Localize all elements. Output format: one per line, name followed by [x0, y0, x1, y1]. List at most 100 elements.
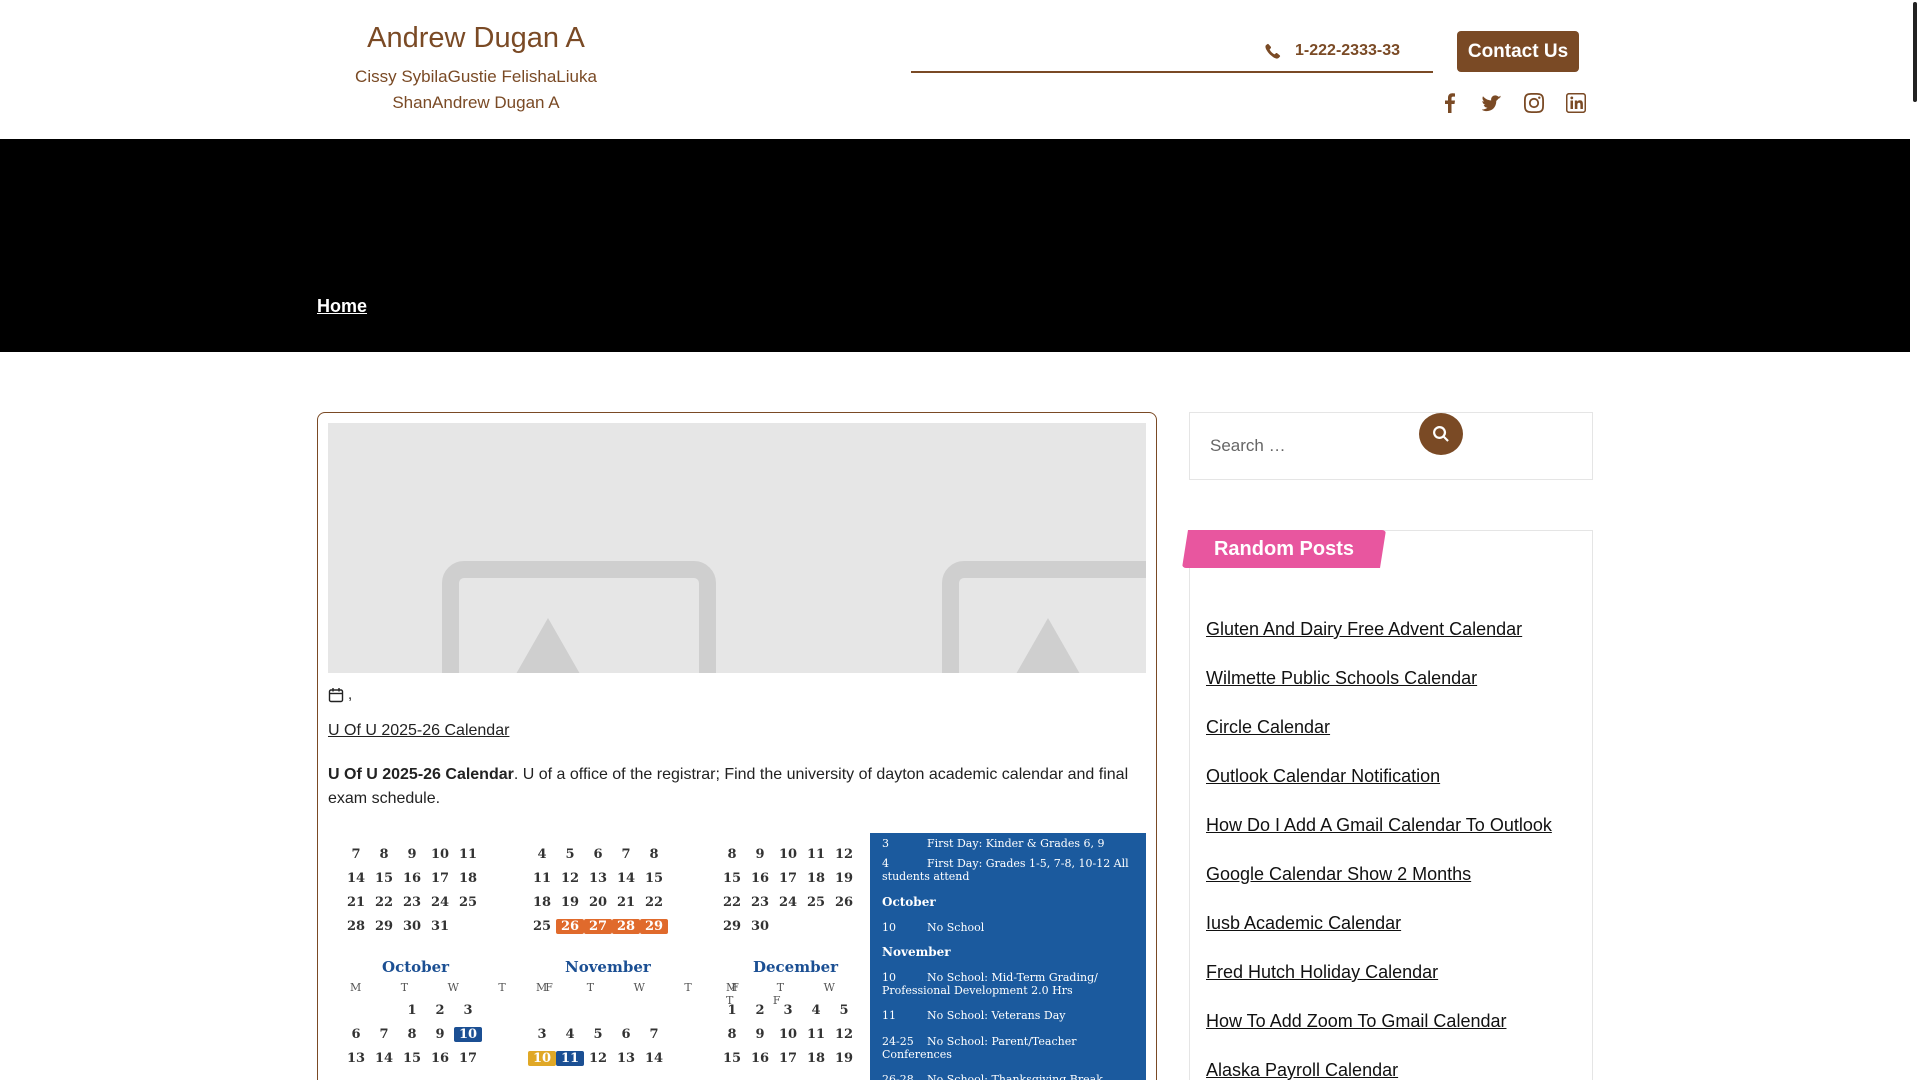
calendar-day: 24 [430, 895, 450, 910]
calendar-day: 5 [839, 1003, 849, 1018]
phone-link[interactable]: 1-222-2333-33 [1265, 42, 1400, 60]
site-description: Cissy SybilaGustie FelishaLiuka ShanAndr… [355, 67, 597, 112]
calendar-day: 26 [834, 895, 854, 910]
panel-event-row: 10 No School [882, 921, 984, 934]
calendar-day: 9 [755, 847, 765, 862]
calendar-icon [328, 687, 344, 702]
calendar-day: 24 [778, 895, 798, 910]
calendar-week-row: 13 14 15 16 17 [342, 1051, 482, 1066]
contact-us-button[interactable]: Contact Us [1457, 31, 1579, 72]
random-post-link[interactable]: Gluten And Dairy Free Advent Calendar [1206, 619, 1522, 639]
weekday-header: M T W T F [536, 981, 757, 994]
random-post-item: How Do I Add A Gmail Calendar To Outlook [1206, 815, 1552, 864]
panel-event-date: 4 [882, 857, 889, 870]
phone-number: 1-222-2333-33 [1295, 42, 1400, 59]
calendar-day: 5 [593, 1027, 603, 1042]
random-post-link[interactable]: Fred Hutch Holiday Calendar [1206, 962, 1438, 982]
post-title-link[interactable]: U Of U 2025-26 Calendar [328, 722, 509, 740]
calendar-week-row: 8 9 10 11 12 [718, 1027, 858, 1042]
phone-bar: 1-222-2333-33 [911, 36, 1433, 73]
social-links [1440, 92, 1586, 114]
calendar-day: 29 [374, 919, 394, 934]
calendar-image[interactable]: October November December M T W T F M T … [328, 833, 1146, 1080]
facebook-link[interactable] [1440, 92, 1460, 114]
calendar-week-row: 10 11 12 13 14 [528, 1051, 668, 1066]
calendar-day: 18 [806, 871, 826, 886]
random-post-item: Wilmette Public Schools Calendar [1206, 668, 1552, 717]
breadcrumb-home[interactable]: Home [317, 296, 367, 317]
random-post-link[interactable]: Google Calendar Show 2 Months [1206, 864, 1471, 884]
panel-event-text: No School [927, 921, 985, 934]
random-post-item: Gluten And Dairy Free Advent Calendar [1206, 619, 1552, 668]
post-meta-separator: , [348, 686, 353, 703]
calendar-week-row: 4 5 6 7 8 [528, 847, 668, 862]
search-button[interactable] [1419, 413, 1463, 455]
random-post-item: Iusb Academic Calendar [1206, 913, 1552, 962]
calendar-day: 28 [346, 919, 366, 934]
linkedin-link[interactable] [1566, 92, 1586, 114]
calendar-day: 29 [640, 919, 668, 934]
calendar-day: 12 [834, 1027, 854, 1042]
calendar-day: 14 [374, 1051, 394, 1066]
random-posts-list: Gluten And Dairy Free Advent Calendar Wil… [1206, 619, 1552, 1080]
random-post-link[interactable]: Circle Calendar [1206, 717, 1330, 737]
calendar-week-row: 15 16 17 18 19 [718, 1051, 858, 1066]
month-label: December [753, 958, 839, 976]
calendar-day: 3 [783, 1003, 793, 1018]
calendar-grid: October November December M T W T F M T … [328, 833, 868, 1080]
calendar-day: 18 [458, 871, 478, 886]
random-post-link[interactable]: How To Add Zoom To Gmail Calendar [1206, 1011, 1506, 1031]
site-header: Andrew Dugan A Cissy SybilaGustie Felish… [0, 0, 1910, 139]
calendar-day: 11 [458, 847, 478, 862]
calendar-day: 15 [722, 871, 742, 886]
calendar-day: 30 [750, 919, 770, 934]
calendar-day: 17 [778, 871, 798, 886]
calendar-day: 7 [379, 1027, 389, 1042]
random-post-item: Google Calendar Show 2 Months [1206, 864, 1552, 913]
calendar-day: 8 [727, 1027, 737, 1042]
page-scrollbar[interactable] [1910, 0, 1920, 1080]
random-post-link[interactable]: How Do I Add A Gmail Calendar To Outlook [1206, 815, 1552, 835]
calendar-day: 10 [778, 847, 798, 862]
search-widget [1189, 412, 1593, 480]
calendar-week-row: 3 4 5 6 7 [528, 1027, 668, 1042]
calendar-day: 19 [834, 871, 854, 886]
random-post-item: Outlook Calendar Notification [1206, 766, 1552, 815]
calendar-day: 13 [616, 1051, 636, 1066]
panel-event-text: No School: Veterans Day [927, 1009, 1066, 1022]
calendar-day [802, 919, 830, 934]
calendar-day: 25 [458, 895, 478, 910]
phone-icon [1265, 43, 1281, 59]
calendar-day: 21 [616, 895, 636, 910]
calendar-day: 29 [722, 919, 742, 934]
mountain-icon [508, 618, 588, 673]
calendar-day: 18 [806, 1051, 826, 1066]
random-post-link[interactable]: Alaska Payroll Calendar [1206, 1060, 1398, 1080]
instagram-link[interactable] [1524, 92, 1544, 114]
calendar-day: 12 [560, 871, 580, 886]
post-thumbnail-placeholder[interactable] [328, 423, 1146, 673]
calendar-day: 5 [565, 847, 575, 862]
calendar-day: 10 [528, 1051, 556, 1066]
scrollbar-thumb[interactable] [1913, 2, 1917, 102]
calendar-week-row: 21 22 23 24 25 [342, 895, 482, 910]
calendar-day [342, 1003, 370, 1018]
panel-event-row: 11 No School: Veterans Day [882, 1009, 1066, 1022]
facebook-icon [1445, 93, 1455, 113]
random-post-link[interactable]: Wilmette Public Schools Calendar [1206, 668, 1477, 688]
panel-event-row: 26-28 No School: Thanksgiving Break [882, 1073, 1103, 1080]
search-input[interactable] [1210, 431, 1450, 461]
random-post-link[interactable]: Iusb Academic Calendar [1206, 913, 1401, 933]
site-title[interactable]: Andrew Dugan A [336, 18, 616, 58]
random-post-link[interactable]: Outlook Calendar Notification [1206, 766, 1440, 786]
calendar-day: 17 [778, 1051, 798, 1066]
calendar-day: 2 [435, 1003, 445, 1018]
calendar-events-panel: 3 First Day: Kinder & Grades 6, 9 4 First D… [870, 833, 1146, 1080]
twitter-link[interactable] [1482, 92, 1502, 114]
panel-event-date: 11 [882, 1009, 896, 1022]
calendar-week-row: 29 30 [718, 919, 858, 934]
calendar-day: 16 [750, 871, 770, 886]
calendar-day: 3 [537, 1027, 547, 1042]
calendar-day: 8 [727, 847, 737, 862]
calendar-day [830, 919, 858, 934]
